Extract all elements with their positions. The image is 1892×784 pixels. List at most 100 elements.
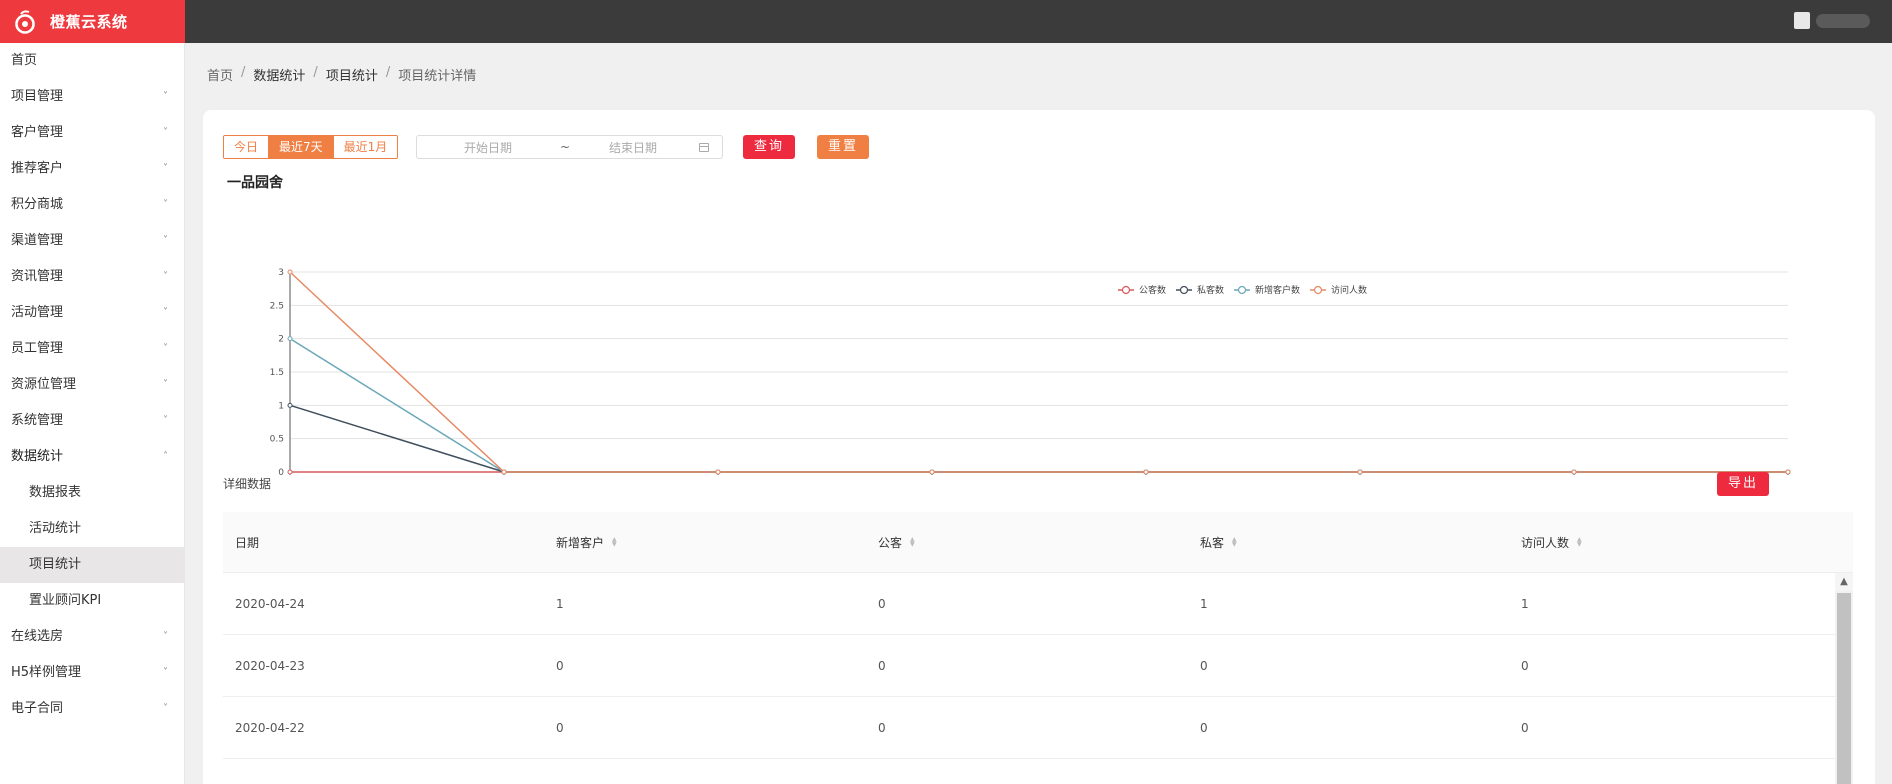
menu-item-label: 在线选房	[11, 629, 64, 644]
breadcrumb-project-stats[interactable]: 项目统计	[326, 65, 378, 84]
user-name-blurred[interactable]	[1816, 13, 1870, 28]
table-cell: 2020-04-23	[235, 658, 305, 673]
menu-item-3[interactable]: 推荐客户 ˅	[0, 151, 184, 187]
line-chart: 00.511.522.532020-04-242020-04-232020-04…	[203, 165, 1875, 475]
query-button[interactable]: 查询	[743, 135, 795, 159]
breadcrumb-current: 项目统计详情	[398, 69, 477, 84]
submenu-item-15[interactable]: 置业顾问KPI	[0, 583, 184, 619]
data-point	[501, 469, 507, 475]
sort-icon[interactable]: ▲ ▼	[910, 537, 915, 548]
scroll-up-icon[interactable]: ▲	[1835, 573, 1853, 591]
date-range-picker[interactable]: 开始日期 ~ 结束日期	[416, 135, 723, 159]
y-tick-label: 0	[278, 468, 284, 475]
table-cell: 1	[1200, 596, 1208, 611]
menu-item-1[interactable]: 项目管理 ˅	[0, 79, 184, 115]
brand-logo[interactable]: 橙蕉云系统	[0, 0, 185, 43]
legend-label: 私客数	[1197, 284, 1224, 296]
column-visitors[interactable]: 访问人数 ▲ ▼	[1509, 534, 1831, 551]
range-7days-button[interactable]: 最近7天	[269, 136, 334, 158]
data-point	[1143, 469, 1149, 475]
top-bar: 橙蕉云系统	[0, 0, 1892, 43]
chevron-down-icon: ˅	[163, 271, 168, 282]
chevron-down-icon: ˅	[163, 667, 168, 678]
menu-item-label: 数据报表	[29, 485, 82, 500]
menu-item-6[interactable]: 资讯管理 ˅	[0, 259, 184, 295]
submenu-item-12[interactable]: 数据报表	[0, 475, 184, 511]
start-date-input[interactable]: 开始日期	[417, 139, 559, 156]
column-private-customers-label: 私客	[1200, 535, 1225, 550]
legend-marker	[1121, 285, 1131, 295]
table-cell: 2020-04-24	[235, 596, 305, 611]
table-row: 2020-04-22 0 0 0 0	[223, 697, 1853, 759]
range-1month-button[interactable]: 最近1月	[333, 136, 398, 158]
menu-item-5[interactable]: 渠道管理 ˅	[0, 223, 184, 259]
menu-item-label: 推荐客户	[11, 161, 64, 176]
menu-item-label: 积分商城	[11, 197, 64, 212]
menu-item-label: 活动统计	[29, 521, 82, 536]
table-cell: 0	[556, 720, 564, 735]
y-tick-label: 2	[278, 335, 284, 345]
menu-item-17[interactable]: H5样例管理 ˅	[0, 655, 184, 691]
breadcrumb-separator: /	[313, 65, 318, 80]
submenu-item-14[interactable]: 项目统计	[0, 547, 184, 583]
end-date-input[interactable]: 结束日期	[571, 139, 695, 156]
scrollbar-thumb[interactable]	[1837, 593, 1851, 784]
menu-item-4[interactable]: 积分商城 ˅	[0, 187, 184, 223]
chart-svg: 00.511.522.532020-04-242020-04-232020-04…	[270, 268, 1791, 475]
chevron-down-icon: ˅	[163, 235, 168, 246]
menu-item-16[interactable]: 在线选房 ˅	[0, 619, 184, 655]
column-date[interactable]: 日期	[223, 534, 544, 551]
legend-label: 访问人数	[1331, 284, 1367, 296]
y-tick-label: 2.5	[270, 301, 284, 311]
menu-item-18[interactable]: 电子合同 ˅	[0, 691, 184, 727]
sort-icon[interactable]: ▲ ▼	[612, 537, 617, 548]
table-row: 2020-04-23 0 0 0 0	[223, 635, 1853, 697]
data-point	[1357, 469, 1363, 475]
menu-item-0[interactable]: 首页	[0, 43, 184, 79]
breadcrumb-home[interactable]: 首页	[207, 65, 233, 84]
app: 橙蕉云系统 首页 项目管理 ˅ 客户管理 ˅ 推荐客户 ˅ 积分商城 ˅ 渠道管理 ˅ 资讯管理 ˅ 活动…	[0, 0, 1892, 784]
submenu-item-13[interactable]: 活动统计	[0, 511, 184, 547]
table-row: 2020-04-24 1 0 1 1	[223, 573, 1853, 635]
table-cell: 1	[1521, 596, 1529, 611]
column-new-customers[interactable]: 新增客户 ▲ ▼	[544, 534, 866, 551]
data-point	[287, 336, 293, 342]
table-cell: 0	[556, 658, 564, 673]
menu-item-10[interactable]: 系统管理 ˅	[0, 403, 184, 439]
column-public-customers[interactable]: 公客 ▲ ▼	[866, 534, 1188, 551]
table-cell: 0	[1200, 720, 1208, 735]
breadcrumb-separator: /	[241, 65, 246, 80]
menu-item-8[interactable]: 员工管理 ˅	[0, 331, 184, 367]
menu-item-label: H5样例管理	[11, 665, 82, 680]
data-point	[1571, 469, 1577, 475]
menu-item-label: 项目管理	[11, 89, 64, 104]
orange-logo-icon	[12, 9, 38, 35]
data-point	[287, 469, 293, 475]
menu-item-2[interactable]: 客户管理 ˅	[0, 115, 184, 151]
user-menu[interactable]	[1794, 12, 1870, 29]
table-cell: 0	[1521, 720, 1529, 735]
table-cell: 0	[1521, 658, 1529, 673]
breadcrumb: 首页 / 数据统计 / 项目统计 / 项目统计详情	[207, 65, 476, 84]
chevron-down-icon: ˅	[163, 703, 168, 714]
menu-item-7[interactable]: 活动管理 ˅	[0, 295, 184, 331]
range-today-button[interactable]: 今日	[224, 136, 270, 158]
chevron-down-icon: ˅	[163, 163, 168, 174]
user-avatar[interactable]	[1794, 12, 1810, 29]
chevron-down-icon: ˅	[163, 343, 168, 354]
table-cell: 0	[878, 720, 886, 735]
export-button[interactable]: 导出	[1717, 472, 1769, 496]
sort-icon[interactable]: ▲ ▼	[1232, 537, 1237, 548]
sort-icon[interactable]: ▲ ▼	[1577, 537, 1582, 548]
table-cell: 1	[556, 596, 564, 611]
data-point	[1785, 469, 1791, 475]
menu-item-label: 活动管理	[11, 305, 64, 320]
column-private-customers[interactable]: 私客 ▲ ▼	[1188, 534, 1509, 551]
menu-item-9[interactable]: 资源位管理 ˅	[0, 367, 184, 403]
menu-item-11[interactable]: 数据统计 ˄	[0, 439, 184, 475]
table-scrollbar[interactable]: ▲	[1835, 573, 1853, 784]
calendar-icon[interactable]	[699, 142, 709, 152]
breadcrumb-data-stats[interactable]: 数据统计	[253, 65, 305, 84]
reset-button[interactable]: 重置	[817, 135, 869, 159]
table-header: 日期 新增客户 ▲ ▼ 公客 ▲ ▼ 私客 ▲ ▼ 访问人数 ▲ ▼	[223, 512, 1853, 573]
